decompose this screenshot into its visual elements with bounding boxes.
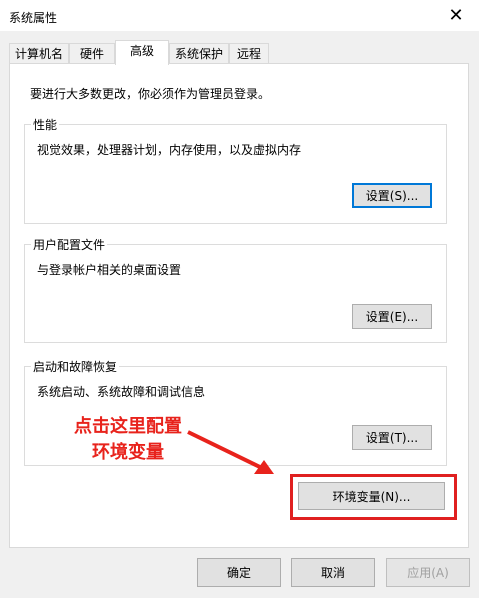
window-title: 系统属性 xyxy=(9,11,58,25)
user-profiles-settings-button[interactable]: 设置(E)... xyxy=(352,304,432,329)
tab-computer-name[interactable]: 计算机名 xyxy=(9,43,69,63)
close-icon: ✕ xyxy=(448,5,464,26)
tab-remote[interactable]: 远程 xyxy=(229,43,269,63)
user-profiles-title: 用户配置文件 xyxy=(31,236,108,253)
annotation-line-1: 点击这里配置 xyxy=(74,416,182,437)
annotation-arrow-icon xyxy=(187,430,274,474)
annotation-text: 点击这里配置 环境变量 xyxy=(63,414,193,466)
ok-button[interactable]: 确定 xyxy=(197,558,281,587)
startup-recovery-settings-button[interactable]: 设置(T)... xyxy=(352,425,432,450)
close-button[interactable]: ✕ xyxy=(433,0,479,31)
title-bar: 系统属性 ✕ xyxy=(0,0,479,31)
cancel-button[interactable]: 取消 xyxy=(291,558,375,587)
highlight-box xyxy=(290,474,457,520)
performance-settings-button[interactable]: 设置(S)... xyxy=(352,183,432,208)
startup-recovery-desc: 系统启动、系统故障和调试信息 xyxy=(37,385,206,399)
admin-note: 要进行大多数更改，你必须作为管理员登录。 xyxy=(30,87,271,101)
startup-recovery-title: 启动和故障恢复 xyxy=(31,358,120,375)
tab-hardware[interactable]: 硬件 xyxy=(69,43,115,63)
annotation-line-2: 环境变量 xyxy=(92,442,164,463)
tab-advanced[interactable]: 高级 xyxy=(115,40,169,65)
performance-group: 性能 视觉效果，处理器计划，内存使用，以及虚拟内存 xyxy=(24,116,447,224)
performance-title: 性能 xyxy=(31,116,60,133)
user-profiles-desc: 与登录帐户相关的桌面设置 xyxy=(37,263,182,277)
apply-button[interactable]: 应用(A) xyxy=(386,558,470,587)
performance-desc: 视觉效果，处理器计划，内存使用，以及虚拟内存 xyxy=(37,143,302,157)
tab-system-protection[interactable]: 系统保护 xyxy=(169,43,229,63)
